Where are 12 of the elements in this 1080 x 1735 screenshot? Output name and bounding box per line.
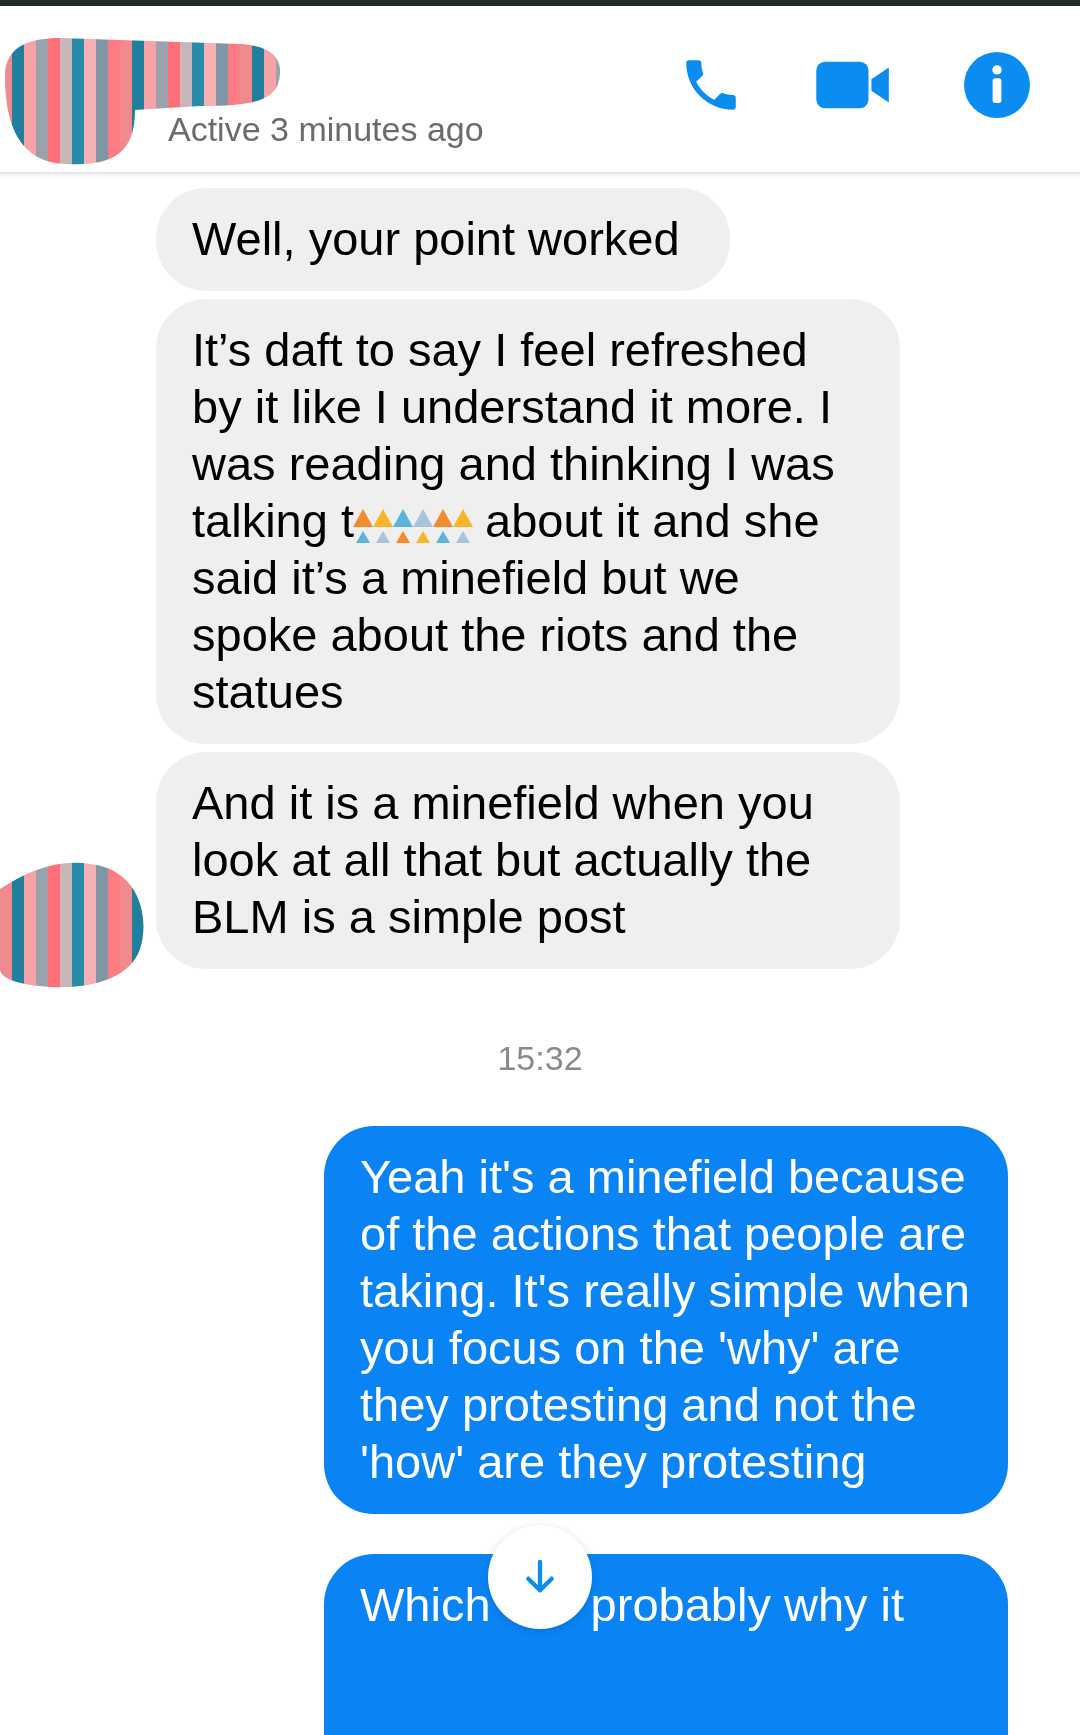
- message-text: talking t: [192, 494, 354, 547]
- message-text: And it is a minefield when you look at all that but actually the BLM is a simple post: [192, 776, 814, 943]
- scroll-down-button[interactable]: [488, 1525, 592, 1629]
- message-text: Well, your point worked: [192, 212, 680, 265]
- active-status: Active 3 minutes ago: [168, 110, 484, 149]
- message-text: said it’s a minefield but we spoke about the riots and the statues: [192, 551, 799, 718]
- message-timestamp: 15:32: [496, 1039, 584, 1078]
- message-text: Which: [360, 1578, 491, 1631]
- info-icon[interactable]: [964, 52, 1030, 118]
- message-text: probably why it: [590, 1578, 905, 1631]
- message-text: Yeah it's a minefield because of the actions that people are taking. It's really simple when you focus on the 'why' are they protesting and not the 'how' are they protesting: [360, 1150, 970, 1488]
- message-text: about it and she: [484, 494, 820, 547]
